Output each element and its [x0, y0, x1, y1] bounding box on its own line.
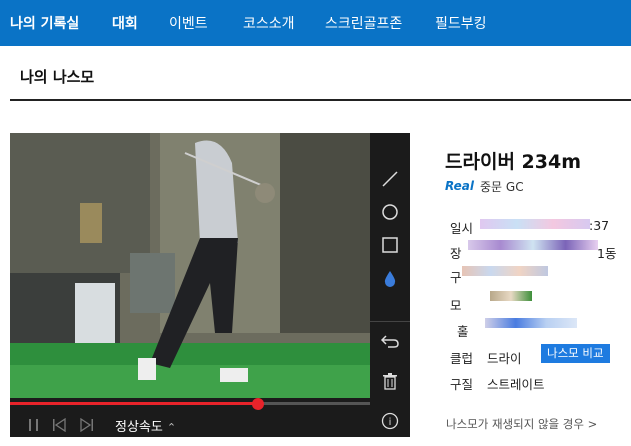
square-icon[interactable] [378, 233, 402, 257]
club-row: 클럽 드라이 [450, 348, 522, 367]
progress-fill [10, 402, 259, 405]
nav-my-records[interactable]: 나의 기록실 [10, 13, 79, 33]
player-controls: 정상속도 ⌃ [10, 410, 370, 437]
progress-thumb[interactable] [252, 398, 265, 410]
redacted-mode [490, 291, 532, 301]
redacted-place [468, 240, 598, 250]
nav-event[interactable]: 이벤트 [169, 13, 208, 33]
title-divider [10, 99, 631, 101]
course-info: Real 중문 GC [445, 177, 524, 195]
redacted-hole [485, 318, 577, 328]
chevron-up-icon: ⌃ [166, 421, 177, 434]
toolbar-divider [370, 321, 410, 322]
club-label: 클럽 [450, 351, 474, 366]
g-label: 구 [450, 270, 462, 285]
line-icon[interactable] [378, 167, 402, 191]
undo-icon[interactable] [378, 329, 402, 353]
nav-tournament[interactable]: 대회 [112, 13, 138, 33]
video-progress[interactable] [10, 398, 370, 410]
circle-icon[interactable] [378, 200, 402, 224]
info-icon[interactable]: i [378, 409, 402, 433]
nav-field-booking[interactable]: 필드부킹 [435, 13, 487, 33]
svg-text:i: i [389, 417, 392, 428]
mode-row: 모 [450, 295, 462, 314]
shot-title: 드라이버 234m [445, 151, 581, 173]
drawing-toolbar: i [370, 133, 410, 437]
nav-course-intro[interactable]: 코스소개 [243, 13, 295, 33]
redacted-date [480, 219, 590, 229]
prev-frame-icon[interactable] [52, 417, 66, 436]
playback-help-link[interactable]: 나스모가 재생되지 않을 경우 > [446, 416, 597, 432]
place-label: 장 [450, 246, 462, 261]
date-row: 일시 [450, 218, 473, 237]
drop-icon[interactable] [378, 267, 402, 291]
place-row: 장 [450, 243, 462, 262]
club-value: 드라이 [487, 351, 522, 366]
course-name: 중문 GC [480, 179, 524, 194]
ball-value: 스트레이트 [487, 377, 545, 392]
swing-video-frame [10, 133, 370, 403]
place-value-tail: 1동 [597, 246, 617, 261]
ball-label: 구질 [450, 377, 474, 392]
date-label: 일시 [450, 221, 474, 236]
swing-video[interactable] [10, 133, 370, 403]
playback-speed-select[interactable]: 정상속도 ⌃ [115, 416, 176, 435]
mode-label: 모 [450, 298, 462, 313]
nav-screen-golfzone[interactable]: 스크린골프존 [325, 13, 402, 33]
hole-label: 홀 [457, 324, 469, 339]
course-logo: Real [445, 179, 474, 193]
trash-icon[interactable] [378, 369, 402, 393]
top-nav: 나의 기록실 대회 이벤트 코스소개 스크린골프존 필드부킹 [0, 0, 631, 46]
redacted-g [462, 266, 548, 276]
speed-label: 정상속도 [115, 420, 163, 435]
g-row: 구 [450, 267, 462, 286]
page-title: 나의 나스모 [20, 68, 95, 86]
ball-row: 구질 스트레이트 [450, 374, 545, 393]
hole-row: 홀 [457, 321, 469, 340]
date-value-tail: :37 [589, 218, 610, 233]
next-frame-icon[interactable] [80, 417, 94, 436]
compare-nasmo-button[interactable]: 나스모 비교 [541, 344, 610, 363]
pause-icon[interactable] [28, 417, 40, 436]
